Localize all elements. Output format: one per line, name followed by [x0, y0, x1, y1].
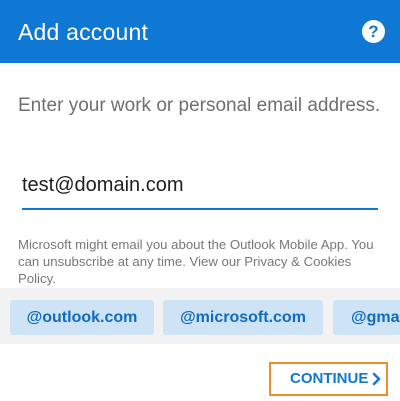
footer-bar: CONTINUE: [0, 344, 400, 401]
privacy-disclaimer: Microsoft might email you about the Outl…: [18, 237, 374, 286]
domain-chip-gmail[interactable]: @gmail.com: [333, 300, 400, 335]
email-prompt: Enter your work or personal email addres…: [18, 95, 381, 116]
add-account-screen: Add account ? Enter your work or persona…: [0, 0, 400, 401]
domain-chip-outlook[interactable]: @outlook.com: [10, 300, 154, 335]
app-header: Add account ?: [0, 0, 400, 63]
chevron-right-icon: [372, 372, 381, 386]
domain-suggestions: @outlook.com @microsoft.com @gmail.com: [0, 288, 400, 344]
continue-button[interactable]: CONTINUE: [269, 362, 388, 396]
email-input[interactable]: [22, 166, 378, 204]
domain-chip-microsoft[interactable]: @microsoft.com: [163, 300, 323, 335]
continue-button-label: CONTINUE: [290, 370, 369, 387]
help-icon[interactable]: ?: [362, 20, 385, 43]
page-title: Add account: [18, 19, 149, 45]
email-field[interactable]: [22, 166, 378, 210]
